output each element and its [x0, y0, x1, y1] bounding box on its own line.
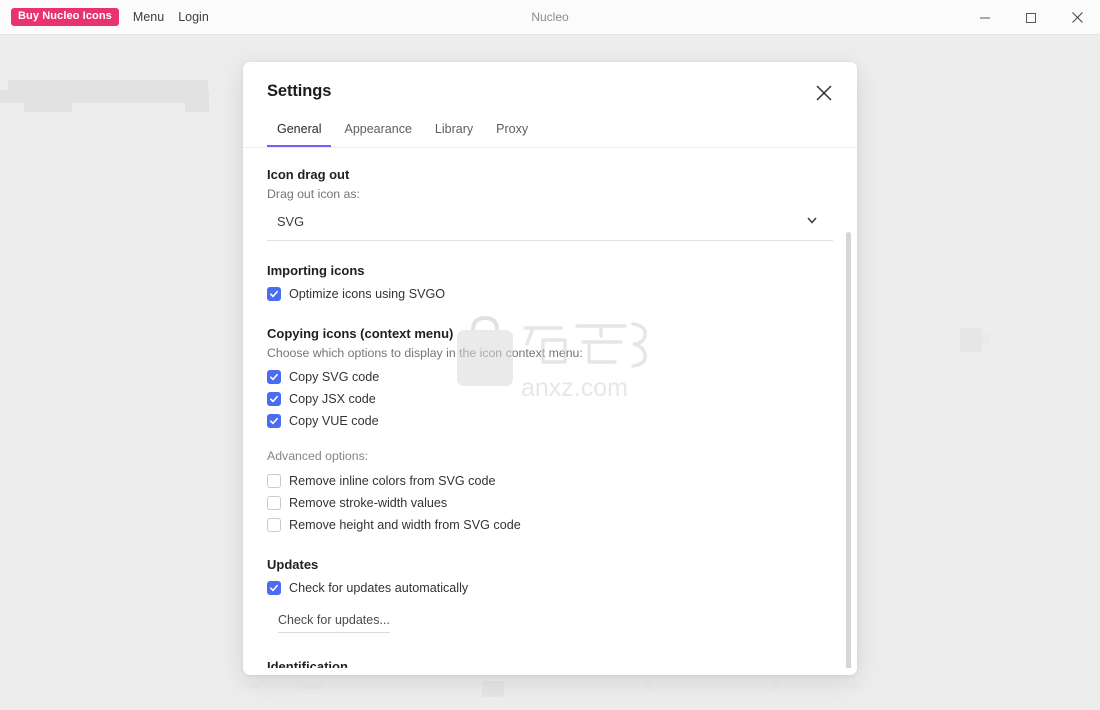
- titlebar-left-group: Buy Nucleo Icons Menu Login: [0, 0, 209, 34]
- background-placeholder: [185, 103, 209, 112]
- advanced-options-label: Advanced options:: [267, 449, 369, 463]
- window-controls: [962, 0, 1100, 35]
- checkbox-label: Remove stroke-width values: [289, 495, 448, 510]
- checkbox-checked-icon[interactable]: [267, 413, 281, 428]
- checkbox-label: Optimize icons using SVGO: [289, 286, 446, 301]
- checkbox-unchecked-icon[interactable]: [267, 473, 281, 488]
- background-placeholder: [770, 683, 779, 689]
- checkbox-unchecked-icon[interactable]: [267, 517, 281, 532]
- section-identification: Identification Use the serial number as …: [267, 659, 833, 668]
- checkbox-row-remove-stroke-width[interactable]: Remove stroke-width values: [267, 492, 833, 513]
- minimize-icon: [980, 17, 990, 18]
- checkbox-label: Copy VUE code: [289, 413, 379, 428]
- background-placeholder: [482, 681, 504, 697]
- app-window: Buy Nucleo Icons Menu Login Nucleo Setti…: [0, 0, 1100, 710]
- select-value: SVG: [277, 214, 305, 229]
- background-placeholder: [8, 80, 208, 90]
- background-placeholder: [982, 334, 990, 343]
- background-placeholder: [850, 683, 859, 689]
- section-title: Identification: [267, 659, 348, 668]
- drag-out-format-select[interactable]: SVG: [267, 209, 833, 241]
- dialog-title: Settings: [267, 82, 332, 100]
- checkbox-unchecked-icon[interactable]: [267, 495, 281, 510]
- checkbox-row-auto-updates[interactable]: Check for updates automatically: [267, 577, 833, 598]
- checkbox-label: Remove inline colors from SVG code: [289, 473, 496, 488]
- maximize-button[interactable]: [1008, 0, 1054, 35]
- chevron-down-icon: [805, 213, 819, 232]
- checkbox-label: Remove height and width from SVG code: [289, 517, 521, 532]
- checkbox-row-copy-svg[interactable]: Copy SVG code: [267, 366, 833, 387]
- dialog-header: Settings: [243, 62, 857, 101]
- checkbox-row-optimize-svgo[interactable]: Optimize icons using SVGO: [267, 283, 833, 304]
- background-placeholder: [0, 90, 209, 103]
- checkbox-checked-icon[interactable]: [267, 369, 281, 384]
- menu-button[interactable]: Menu: [133, 10, 164, 24]
- background-placeholder: [24, 103, 72, 112]
- check-for-updates-button[interactable]: Check for updates...: [278, 613, 390, 633]
- close-icon: [1071, 12, 1083, 23]
- settings-scrollbar-track[interactable]: [846, 232, 851, 668]
- settings-dialog: Settings General Appearance Library Prox…: [243, 62, 857, 675]
- login-button[interactable]: Login: [178, 10, 209, 24]
- section-title: Icon drag out: [267, 167, 350, 182]
- titlebar: Buy Nucleo Icons Menu Login Nucleo: [0, 0, 1100, 35]
- checkbox-checked-icon[interactable]: [267, 286, 281, 301]
- section-title: Copying icons (context menu): [267, 326, 454, 341]
- checkbox-checked-icon[interactable]: [267, 391, 281, 406]
- checkbox-row-copy-jsx[interactable]: Copy JSX code: [267, 388, 833, 409]
- settings-scrollbar-thumb[interactable]: [846, 232, 851, 668]
- dialog-close-button[interactable]: [811, 80, 837, 106]
- settings-panel-general: Icon drag out Drag out icon as: SVG Impo…: [243, 148, 857, 668]
- section-subtitle: Choose which options to display in the i…: [267, 346, 583, 360]
- background-placeholder: [960, 328, 982, 352]
- checkbox-label: Check for updates automatically: [289, 580, 469, 595]
- tab-appearance[interactable]: Appearance: [334, 116, 421, 147]
- minimize-button[interactable]: [962, 0, 1008, 35]
- buy-nucleo-icons-button[interactable]: Buy Nucleo Icons: [11, 8, 119, 26]
- section-importing-icons: Importing icons Optimize icons using SVG…: [267, 263, 833, 304]
- section-title: Importing icons: [267, 263, 365, 278]
- close-icon: [816, 85, 832, 101]
- checkbox-label: Copy JSX code: [289, 391, 376, 406]
- checkbox-label: Copy SVG code: [289, 369, 380, 384]
- settings-tabs: General Appearance Library Proxy: [243, 116, 857, 148]
- tab-general[interactable]: General: [267, 116, 332, 147]
- tab-proxy[interactable]: Proxy: [486, 116, 538, 147]
- background-placeholder: [645, 683, 654, 689]
- close-button[interactable]: [1054, 0, 1100, 35]
- section-title: Updates: [267, 557, 319, 572]
- section-copying-icons: Copying icons (context menu) Choose whic…: [267, 326, 833, 535]
- checkbox-row-remove-height-width[interactable]: Remove height and width from SVG code: [267, 514, 833, 535]
- checkbox-row-copy-vue[interactable]: Copy VUE code: [267, 410, 833, 431]
- maximize-icon: [1026, 12, 1036, 23]
- checkbox-checked-icon[interactable]: [267, 580, 281, 595]
- tab-library[interactable]: Library: [425, 116, 483, 147]
- section-subtitle: Drag out icon as:: [267, 187, 360, 201]
- background-placeholder: [246, 683, 260, 689]
- checkbox-row-remove-inline-colors[interactable]: Remove inline colors from SVG code: [267, 470, 833, 491]
- section-icon-drag-out: Icon drag out Drag out icon as: SVG: [267, 167, 833, 241]
- background-placeholder: [297, 683, 323, 689]
- section-updates: Updates Check for updates automatically …: [267, 557, 833, 633]
